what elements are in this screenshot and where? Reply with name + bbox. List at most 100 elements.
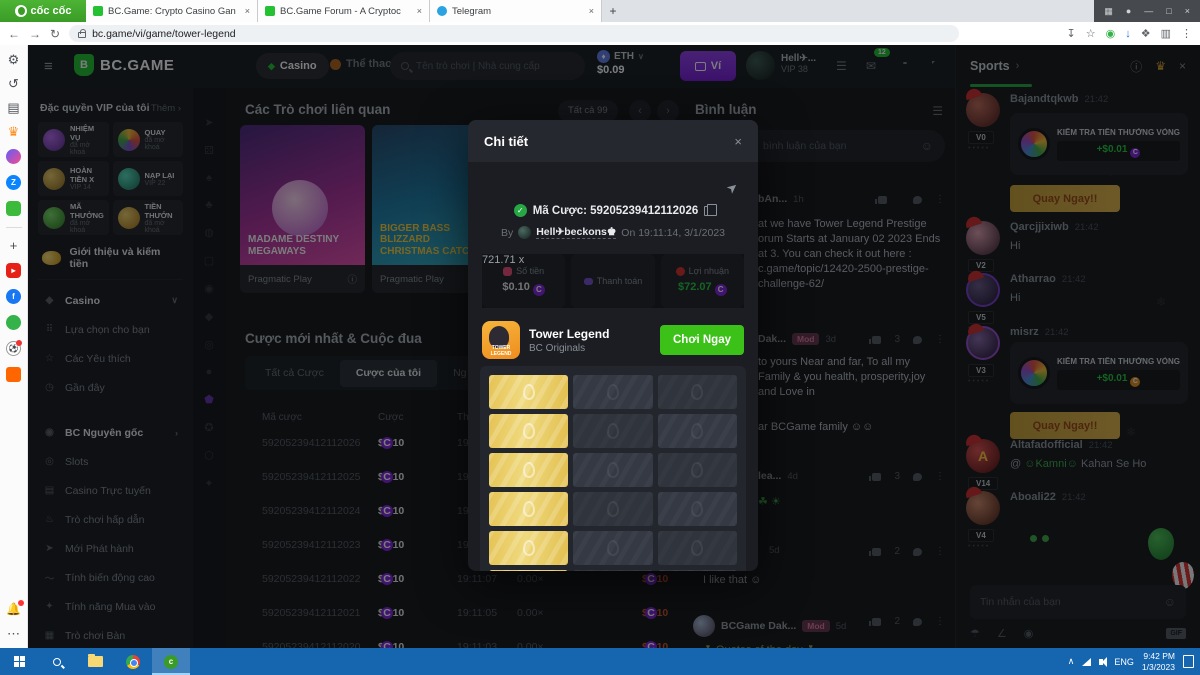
bet-details-modal: Chi tiết × ➤ ✓ Mã Cược: 5920523941211202… xyxy=(468,120,758,571)
stat-payout-multiplier: Thanh toán 721.71 x xyxy=(571,254,654,308)
share-icon[interactable]: ➤ xyxy=(723,178,742,197)
start-button[interactable] xyxy=(0,648,38,675)
panels-icon[interactable]: ▦ xyxy=(1104,6,1113,17)
chrome-icon[interactable] xyxy=(114,648,152,675)
settings-gear-icon[interactable]: ⚙ xyxy=(8,53,20,66)
egg-icon xyxy=(607,462,619,478)
game-name[interactable]: Tower Legend xyxy=(529,327,609,341)
forward-button[interactable]: → xyxy=(29,28,41,40)
messenger-icon[interactable] xyxy=(6,149,21,164)
notification-bell-icon[interactable]: 🔔 xyxy=(6,602,21,616)
add-shortcut-icon[interactable]: + xyxy=(10,239,18,252)
facebook-icon[interactable]: f xyxy=(6,289,21,304)
soccer-icon[interactable]: ⚽ xyxy=(6,341,21,356)
copy-icon[interactable] xyxy=(704,206,712,216)
egg-icon xyxy=(523,501,535,517)
egg-icon xyxy=(691,540,703,556)
tab-forum[interactable]: BC.Game Forum - A Cryptoc × xyxy=(258,0,430,22)
more-dots-icon[interactable]: ⋯ xyxy=(7,627,20,640)
back-button[interactable]: ← xyxy=(8,28,20,40)
tower-tile-win xyxy=(489,531,568,565)
egg-icon xyxy=(691,384,703,400)
bettor-avatar xyxy=(518,226,531,239)
new-tab-button[interactable]: + xyxy=(602,0,624,22)
extension-badge-icon[interactable]: ◉ xyxy=(1106,27,1116,40)
bcgame-favicon xyxy=(93,6,103,16)
zalo-icon[interactable]: Z xyxy=(6,175,21,190)
tower-tile-win xyxy=(489,570,568,571)
coccoc-logo[interactable]: cốc cốc xyxy=(0,0,86,22)
tray-expand-icon[interactable]: ∧ xyxy=(1068,656,1075,667)
telegram-favicon xyxy=(437,6,447,16)
window-controls: ▦ ● — □ × xyxy=(1094,0,1200,22)
reload-button[interactable]: ↻ xyxy=(50,28,60,40)
newsfeed-icon[interactable]: ▤ xyxy=(7,101,19,114)
tower-tile-win xyxy=(489,414,568,448)
egg-icon xyxy=(691,501,703,517)
minimize-button[interactable]: — xyxy=(1144,6,1153,16)
addressbar-actions: ↧ ☆ ◉ ↓ ❖ ▥ ⋮ xyxy=(1067,27,1192,40)
shopping-cart-icon[interactable] xyxy=(6,367,21,382)
egg-icon xyxy=(607,384,619,400)
coccoc-taskbar-icon[interactable]: c xyxy=(152,648,190,675)
profile-icon[interactable]: ● xyxy=(1126,6,1131,16)
tower-tile xyxy=(658,492,737,526)
extensions-puzzle-icon[interactable]: ❖ xyxy=(1141,27,1151,40)
browser-sidebar: ⚙ ↺ ▤ ♛ Z + ▸ f ⚽ 🔔 ⋯ xyxy=(0,45,28,648)
tower-result-grid xyxy=(480,366,746,571)
notification-center-icon[interactable] xyxy=(1183,655,1194,668)
bookmark-star-icon[interactable]: ☆ xyxy=(1086,27,1096,40)
history-icon[interactable]: ↺ xyxy=(8,77,19,90)
coccoc-logo-icon xyxy=(15,5,27,17)
language-indicator[interactable]: ENG xyxy=(1114,657,1134,667)
tab-title: BC.Game Forum - A Cryptoc xyxy=(280,6,412,17)
youtube-icon[interactable]: ▸ xyxy=(6,263,21,278)
volume-icon[interactable] xyxy=(1099,659,1103,665)
tower-tile-win xyxy=(489,375,568,409)
network-icon[interactable] xyxy=(1082,658,1091,666)
url-text[interactable]: bc.game/vi/game/tower-legend xyxy=(92,28,236,40)
tab-close-icon[interactable]: × xyxy=(417,6,422,16)
clock-time: 9:42 PM xyxy=(1142,651,1175,662)
egg-icon xyxy=(607,423,619,439)
bettor-name[interactable]: Hell✈beckons♚ xyxy=(536,226,616,239)
tower-tile xyxy=(658,570,737,571)
bet-id-text: Mã Cược: 59205239412112026 xyxy=(533,205,699,217)
egg-icon xyxy=(691,462,703,478)
windows-taskbar: c ∧ ENG 9:42 PM 1/3/2023 xyxy=(0,648,1200,675)
tab-close-icon[interactable]: × xyxy=(589,6,594,16)
tab-telegram[interactable]: Telegram× xyxy=(430,0,602,22)
tower-tile-win xyxy=(489,453,568,487)
forum-favicon xyxy=(265,6,275,16)
taskbar-clock[interactable]: 9:42 PM 1/3/2023 xyxy=(1142,651,1175,672)
bet-timestamp: On 19:11:14, 3/1/2023 xyxy=(621,227,725,239)
taskbar-search-icon[interactable] xyxy=(38,648,76,675)
tab-title: BC.Game: Crypto Casino Gan xyxy=(108,6,240,17)
send-to-device-icon[interactable]: ↧ xyxy=(1067,27,1076,40)
tower-tile xyxy=(658,414,737,448)
stats-icon[interactable]: ▥ xyxy=(1161,27,1171,40)
file-explorer-icon[interactable] xyxy=(76,648,114,675)
egg-icon xyxy=(607,501,619,517)
hot-crown-icon[interactable]: ♛ xyxy=(8,125,20,138)
url-field[interactable]: bc.game/vi/game/tower-legend xyxy=(69,25,959,42)
download-icon[interactable]: ↓ xyxy=(1125,28,1131,40)
tab-close-icon[interactable]: × xyxy=(245,6,250,16)
notes-icon[interactable] xyxy=(6,315,21,330)
system-tray: ∧ ENG 9:42 PM 1/3/2023 xyxy=(1068,651,1200,672)
tab-bcgame[interactable]: BC.Game: Crypto Casino Gan × xyxy=(86,0,258,22)
egg-icon xyxy=(691,423,703,439)
by-label: By xyxy=(501,227,513,239)
coccoc-logo-text: cốc cốc xyxy=(31,5,72,17)
play-now-button[interactable]: Chơi Ngay xyxy=(660,325,744,355)
egg-icon xyxy=(523,384,535,400)
egg-icon xyxy=(523,540,535,556)
maximize-button[interactable]: □ xyxy=(1166,6,1171,16)
browser-menu-icon[interactable]: ⋮ xyxy=(1181,27,1192,40)
clock-date: 1/3/2023 xyxy=(1142,662,1175,673)
modal-close-icon[interactable]: × xyxy=(734,134,742,149)
games-controller-icon[interactable] xyxy=(6,201,21,216)
close-button[interactable]: × xyxy=(1185,6,1190,16)
tower-tile xyxy=(573,453,652,487)
tower-tile xyxy=(658,531,737,565)
